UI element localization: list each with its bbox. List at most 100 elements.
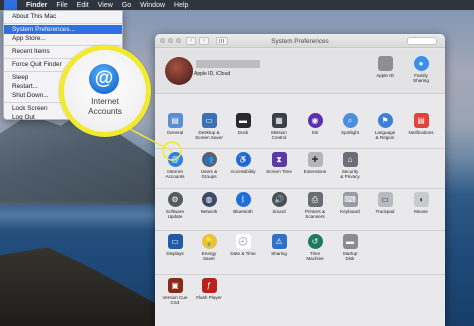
- pane-label: Keyboard: [340, 209, 360, 214]
- keyboard-icon: ⌨: [342, 192, 358, 207]
- internet-accounts-callout: @ Internet Accounts: [59, 45, 151, 137]
- pane-label: General: [166, 130, 184, 135]
- pane-time-machine[interactable]: ↺ Time Machine: [296, 234, 334, 261]
- pane-label: Time Machine: [306, 251, 324, 262]
- row-separator: [155, 230, 445, 231]
- pane-label: Mission Control: [271, 130, 287, 141]
- pane-sound[interactable]: 🔊 Sound: [260, 192, 298, 214]
- apple-menu-icon[interactable]: [4, 0, 17, 10]
- pane-extensions[interactable]: ✚ Extensions: [296, 152, 334, 174]
- callout-label: Internet Accounts: [88, 97, 122, 116]
- file-icon: ▤: [167, 113, 183, 128]
- disk-icon: ▬: [342, 234, 358, 249]
- forward-button[interactable]: ›: [199, 36, 209, 45]
- show-all-button[interactable]: [216, 36, 228, 45]
- pane-label: Sound: [272, 209, 286, 214]
- users-icon: 👥: [201, 152, 217, 167]
- pane-label: Mouse: [414, 209, 428, 214]
- pane-security-privacy[interactable]: ⌂ Security & Privacy: [331, 152, 369, 179]
- pane-label: Apple ID: [376, 73, 394, 78]
- pane-label: Accessibility: [230, 169, 256, 174]
- pane-label: Energy Saver: [201, 251, 217, 262]
- pane-label: Date & Time: [230, 251, 256, 256]
- pane-label: Bluetooth: [233, 209, 253, 214]
- family-icon: ●: [413, 56, 429, 71]
- system-preferences-window: ‹ › System Preferences Apple ID, iCloud …: [155, 34, 445, 326]
- pane-keyboard[interactable]: ⌨ Keyboard: [331, 192, 369, 214]
- menu-go[interactable]: Go: [122, 2, 131, 9]
- pane-label: Notifications: [408, 130, 434, 135]
- grid-icon: [219, 38, 225, 43]
- pane-general[interactable]: ▤ General: [156, 113, 194, 135]
- pane-siri[interactable]: ◉ Siri: [296, 113, 334, 135]
- mission-control-icon: ▦: [271, 113, 287, 128]
- pane-sharing[interactable]: ⚠ Sharing: [260, 234, 298, 256]
- menu-bar: Finder File Edit View Go Window Help: [0, 0, 474, 10]
- bluetooth-icon: ᛒ: [235, 192, 251, 207]
- account-name-redacted: [196, 60, 260, 68]
- menu-window[interactable]: Window: [140, 2, 165, 9]
- pane-users-groups[interactable]: 👥 Users & Groups: [190, 152, 228, 179]
- puzzle-icon: ✚: [307, 152, 323, 167]
- pane-apple-id[interactable]: Apple ID: [366, 56, 404, 78]
- pane-internet-accounts[interactable]: @ Internet Accounts: [156, 152, 194, 179]
- pane-dock[interactable]: ▬ Dock: [224, 113, 262, 135]
- flash-icon: ƒ: [201, 278, 217, 293]
- apple-menu-item-about-this-mac[interactable]: About This Mac: [4, 12, 122, 21]
- pane-spotlight[interactable]: ⌕ Spotlight: [331, 113, 369, 135]
- pane-label: Language & Region: [374, 130, 396, 141]
- desktop-icon: ▭: [201, 113, 217, 128]
- pane-desktop-screen-saver[interactable]: ▭ Desktop & Screen Saver: [190, 113, 228, 140]
- pane-label: Internet Accounts: [165, 169, 185, 180]
- pane-accessibility[interactable]: ♿ Accessibility: [224, 152, 262, 174]
- pane-family-sharing[interactable]: ● Family Sharing: [402, 56, 440, 83]
- sharing-icon: ⚠: [271, 234, 287, 249]
- pane-startup-disk[interactable]: ▬ Startup Disk: [331, 234, 369, 261]
- printer-icon: ⎙: [307, 192, 323, 207]
- menu-help[interactable]: Help: [174, 2, 188, 9]
- pane-label: Flash Player: [196, 295, 222, 300]
- search-input[interactable]: [407, 37, 437, 45]
- at-icon: @: [167, 152, 183, 167]
- house-lock-icon: ⌂: [342, 152, 358, 167]
- back-button[interactable]: ‹: [186, 36, 196, 45]
- pane-mouse[interactable]: ◖ Mouse: [402, 192, 440, 214]
- pane-screen-time[interactable]: ⧗ Screen Time: [260, 152, 298, 174]
- menu-edit[interactable]: Edit: [77, 2, 89, 9]
- spotlight-icon: ⌕: [342, 113, 358, 128]
- account-subtitle: Apple ID, iCloud: [194, 71, 231, 77]
- pane-network[interactable]: ◍ Network: [190, 192, 228, 214]
- pane-notifications[interactable]: ▤ Notifications: [402, 113, 440, 135]
- apple-menu-item-system-preferences[interactable]: System Preferences...: [4, 25, 122, 34]
- avatar[interactable]: [165, 57, 193, 85]
- at-glyph: @: [94, 68, 114, 89]
- pane-label: Startup Disk: [342, 251, 358, 262]
- pane-label: Software Update: [165, 209, 185, 220]
- row-separator: [155, 188, 445, 189]
- zoom-button[interactable]: [176, 38, 181, 43]
- pane-software-update[interactable]: ⚙ Software Update: [156, 192, 194, 219]
- menu-file[interactable]: File: [56, 2, 67, 9]
- pane-mission-control[interactable]: ▦ Mission Control: [260, 113, 298, 140]
- minimize-button[interactable]: [168, 38, 173, 43]
- pane-energy-saver[interactable]: 💡 Energy Saver: [190, 234, 228, 261]
- pane-language-region[interactable]: ⚑ Language & Region: [366, 113, 404, 140]
- pane-date-time[interactable]: 🕘 Date & Time: [224, 234, 262, 256]
- pane-bluetooth[interactable]: ᛒ Bluetooth: [224, 192, 262, 214]
- pane-printers-scanners[interactable]: ⎙ Printers & Scanners: [296, 192, 334, 219]
- pane-label: Screen Time: [266, 169, 292, 174]
- pane-flash-player[interactable]: ƒ Flash Player: [190, 278, 228, 300]
- pane-version-cue[interactable]: ▣ Version Cue CS4: [156, 278, 194, 305]
- menu-finder[interactable]: Finder: [26, 2, 47, 9]
- notifications-icon: ▤: [413, 113, 429, 128]
- row-separator: [155, 148, 445, 149]
- close-button[interactable]: [160, 38, 165, 43]
- desktop-island: [0, 247, 160, 326]
- pane-label: Desktop & Screen Saver: [195, 130, 223, 141]
- pane-label: Users & Groups: [200, 169, 218, 180]
- pane-trackpad[interactable]: ▭ Trackpad: [366, 192, 404, 214]
- globe-icon: ◍: [201, 192, 217, 207]
- apple-menu-item-app-store[interactable]: App Store...: [4, 34, 122, 43]
- pane-displays[interactable]: ▭ Displays: [156, 234, 194, 256]
- menu-view[interactable]: View: [98, 2, 113, 9]
